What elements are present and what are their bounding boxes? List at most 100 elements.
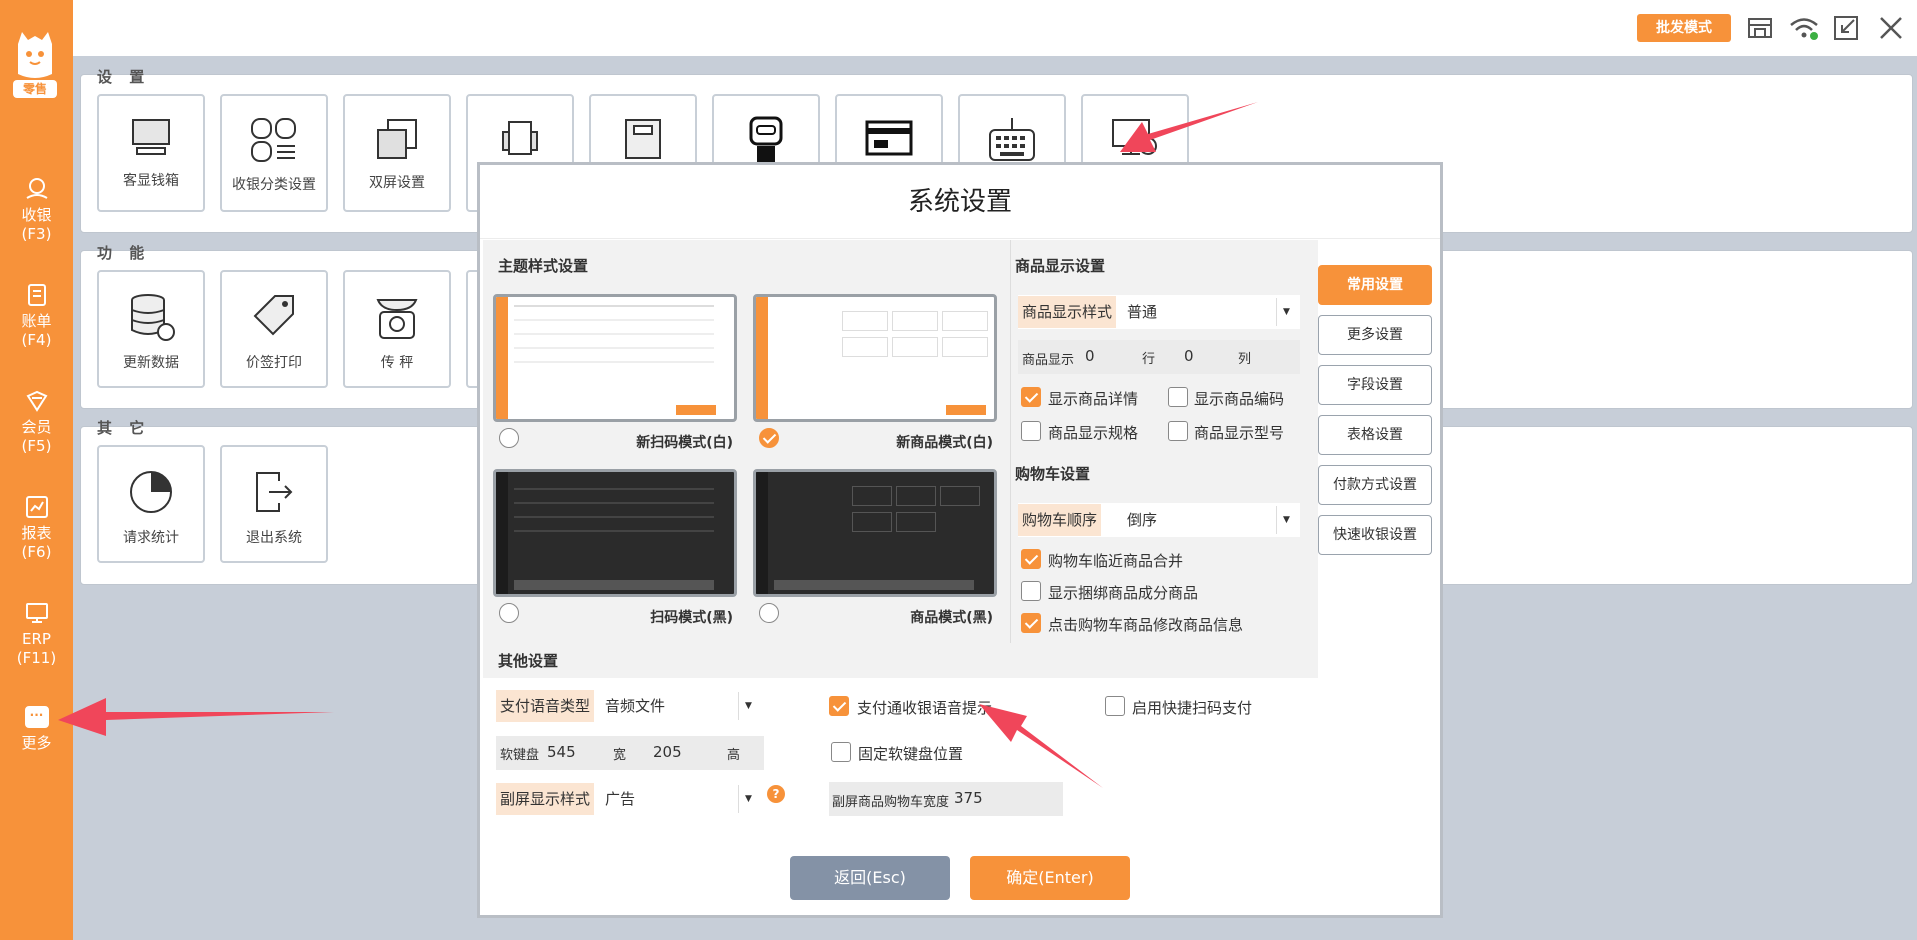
confirm-button[interactable]: 确定(Enter): [970, 856, 1130, 900]
chevron-down-icon[interactable]: ▼: [1276, 506, 1296, 534]
cart-order-select[interactable]: 倒序: [1127, 504, 1157, 536]
sidebar-item-label: 收银: [21, 206, 52, 224]
height-unit: 高: [727, 748, 741, 763]
cart-section-title: 购物车设置: [1015, 465, 1091, 483]
more-settings-button[interactable]: 更多设置: [1318, 315, 1432, 355]
cart-width-input[interactable]: 375: [954, 789, 983, 807]
sidebar-item-label: 账单: [21, 312, 52, 330]
show-code-checkbox[interactable]: [1168, 387, 1188, 407]
voice-tip-checkbox[interactable]: [829, 696, 849, 716]
tile-category-settings[interactable]: 收银分类设置: [220, 94, 328, 212]
sidebar-item-cashier[interactable]: 收银 (F3): [0, 176, 73, 244]
keyboard-icon: [989, 118, 1035, 161]
product-style-label: 商品显示样式: [1018, 296, 1117, 328]
minimize-window-icon[interactable]: [1832, 14, 1862, 42]
checkbox-label: 商品显示规格: [1048, 424, 1139, 442]
table-settings-button[interactable]: 表格设置: [1318, 415, 1432, 455]
cols-input[interactable]: 0: [1184, 347, 1194, 365]
dialog-title: 系统设置: [480, 165, 1440, 239]
chevron-down-icon[interactable]: ▼: [738, 692, 758, 720]
theme-radio[interactable]: [499, 428, 519, 448]
tile-request-stats[interactable]: 请求统计: [97, 445, 205, 563]
wifi-icon[interactable]: [1788, 14, 1818, 42]
theme-radio[interactable]: [759, 603, 779, 623]
theme-label: 新扫码模式(白): [636, 435, 733, 451]
sidebar-item-label: 会员: [21, 418, 52, 436]
tile-exit-system[interactable]: 退出系统: [220, 445, 328, 563]
product-style-select[interactable]: 普通: [1127, 296, 1157, 328]
sidebar-item-key: (F4): [21, 331, 52, 349]
theme-label: 新商品模式(白): [896, 435, 993, 451]
quick-scan-checkbox[interactable]: [1105, 696, 1125, 716]
others-section-title: 其 它: [97, 419, 151, 437]
theme-radio-selected[interactable]: [759, 428, 779, 448]
sidebar-item-reports[interactable]: 报表 (F6): [0, 494, 73, 562]
theme-label: 扫码模式(黑): [650, 610, 733, 626]
logo-badge: 零售: [13, 80, 57, 98]
category-icon: [251, 118, 296, 162]
theme-preview: [753, 294, 997, 422]
batch-mode-button[interactable]: 批发模式: [1637, 14, 1731, 42]
printer-icon: [502, 121, 538, 155]
theme-card-new-scan-white[interactable]: 新扫码模式(白): [491, 292, 739, 460]
functions-section-title: 功 能: [97, 244, 151, 262]
exit-icon: [256, 472, 293, 512]
secondary-style-select[interactable]: 广告: [605, 783, 635, 815]
sidebar-item-label: ERP: [22, 630, 51, 648]
checkbox-label: 购物车临近商品合并: [1048, 552, 1184, 570]
keyboard-height-input[interactable]: 205: [653, 743, 682, 761]
theme-label: 商品模式(黑): [910, 610, 993, 626]
cash-drawer-icon: [625, 119, 661, 159]
sidebar-item-members[interactable]: 会员 (F5): [0, 388, 73, 456]
help-icon[interactable]: ?: [767, 785, 785, 803]
chevron-down-icon[interactable]: ▼: [1276, 298, 1296, 326]
sidebar-item-key: (F3): [21, 225, 52, 243]
pie-chart-icon: [130, 471, 172, 513]
tile-customer-display[interactable]: 客显钱箱: [97, 94, 205, 212]
voice-type-select[interactable]: 音频文件: [605, 690, 665, 722]
monitor-icon: [25, 603, 48, 623]
sidebar-item-bills[interactable]: 账单 (F4): [0, 282, 73, 350]
close-icon[interactable]: [1877, 14, 1907, 42]
tile-label-print[interactable]: 价签打印: [220, 270, 328, 388]
theme-preview: [753, 469, 997, 597]
click-edit-checkbox[interactable]: [1021, 613, 1041, 633]
tile-dual-screen[interactable]: 双屏设置: [343, 94, 451, 212]
show-model-checkbox[interactable]: [1168, 421, 1188, 441]
theme-radio[interactable]: [499, 603, 519, 623]
voice-type-label: 支付语音类型: [496, 690, 595, 722]
settings-section-title: 设 置: [97, 68, 151, 86]
theme-card-scan-black[interactable]: 扫码模式(黑): [491, 467, 739, 635]
fix-keyboard-checkbox[interactable]: [831, 742, 851, 762]
tile-scale[interactable]: 传 秤: [343, 270, 451, 388]
tile-update-data[interactable]: 更新数据: [97, 270, 205, 388]
bundle-components-checkbox[interactable]: [1021, 581, 1041, 601]
checkbox-label: 商品显示型号: [1194, 424, 1285, 442]
cart-width-label: 副屏商品购物车宽度: [832, 795, 950, 810]
field-settings-button[interactable]: 字段设置: [1318, 365, 1432, 405]
keyboard-width-input[interactable]: 545: [547, 743, 576, 761]
customer-display-icon: [132, 119, 170, 155]
show-detail-checkbox[interactable]: [1021, 387, 1041, 407]
rows-input[interactable]: 0: [1085, 347, 1095, 365]
cart-merge-checkbox[interactable]: [1021, 549, 1041, 569]
payment-settings-button[interactable]: 付款方式设置: [1318, 465, 1432, 505]
common-settings-button[interactable]: 常用设置: [1318, 265, 1432, 305]
app-logo: 零售: [12, 30, 58, 104]
tile-label: 价签打印: [246, 355, 302, 371]
database-sync-icon: [131, 294, 175, 341]
theme-preview: [493, 294, 737, 422]
tile-label: 客显钱箱: [123, 173, 179, 189]
quick-checkout-settings-button[interactable]: 快速收银设置: [1318, 515, 1432, 555]
chevron-down-icon[interactable]: ▼: [738, 785, 758, 813]
theme-card-new-product-white[interactable]: 新商品模式(白): [751, 292, 999, 460]
show-spec-checkbox[interactable]: [1021, 421, 1041, 441]
store-icon[interactable]: [1746, 14, 1776, 42]
checkbox-label: 启用快捷扫码支付: [1132, 699, 1253, 717]
secondary-style-label: 副屏显示样式: [496, 783, 595, 815]
sidebar-item-erp[interactable]: ERP (F11): [0, 600, 73, 668]
back-button[interactable]: 返回(Esc): [790, 856, 950, 900]
checkbox-label: 显示捆绑商品成分商品: [1048, 584, 1199, 602]
sidebar-item-key: (F5): [21, 437, 52, 455]
theme-card-product-black[interactable]: 商品模式(黑): [751, 467, 999, 635]
